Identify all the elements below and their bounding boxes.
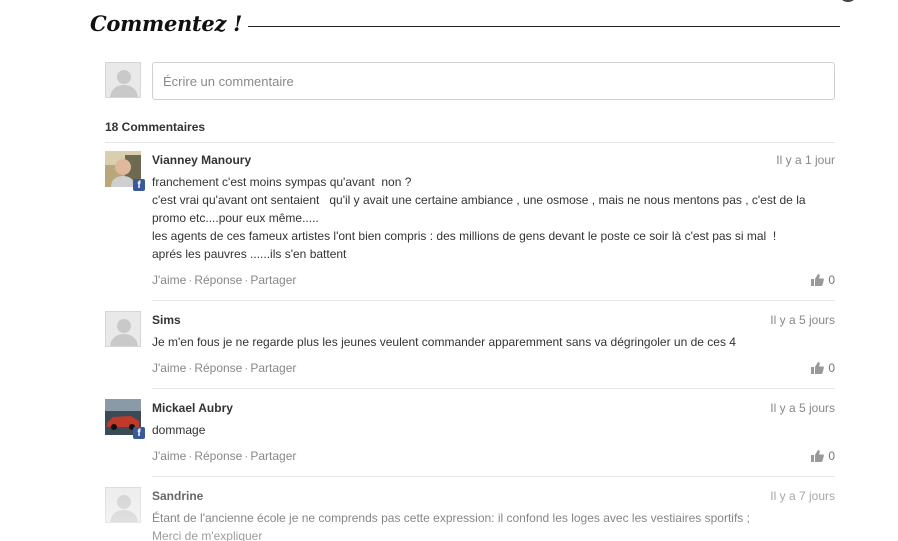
share-link[interactable]: Partager (250, 449, 296, 463)
comment-line: Merci de m'expliquer (152, 529, 263, 541)
reply-link[interactable]: Réponse (194, 361, 242, 375)
default-avatar-icon[interactable] (105, 311, 141, 347)
comment-line: les agents de ces fameux artistes l'ont … (152, 229, 777, 243)
divider (152, 300, 835, 301)
comment-line: franchement c'est moins sympas qu'avant … (152, 175, 412, 189)
comment-author[interactable]: Mickael Aubry (152, 401, 233, 415)
divider (105, 142, 835, 143)
comment-author[interactable]: Sandrine (152, 489, 203, 503)
comment-line: dommage (152, 423, 206, 437)
comment-line: Je m'en fous je ne regarde plus les jeun… (152, 335, 736, 349)
comment-text: dommage (152, 421, 835, 439)
comment-time: Il y a 7 jours (770, 489, 835, 503)
default-avatar-icon (105, 62, 141, 98)
comment-time: Il y a 1 jour (776, 153, 835, 167)
divider (152, 388, 835, 389)
reply-link[interactable]: Réponse (194, 449, 242, 463)
comment-actions: J'aime · Réponse · Partager 0 (152, 361, 835, 375)
reply-link[interactable]: Réponse (194, 273, 242, 287)
comment-time: Il y a 5 jours (770, 313, 835, 327)
comment-input[interactable] (152, 62, 835, 100)
divider (152, 476, 835, 477)
thumbs-up-icon (811, 450, 825, 462)
comment-count: 18 Commentaires (105, 120, 206, 134)
section-header: Commentez ! (90, 8, 840, 38)
comment-actions: J'aime · Réponse · Partager 0 (152, 273, 835, 287)
thumbs-up-icon (811, 362, 825, 374)
like-count: 0 (828, 449, 835, 463)
like-link[interactable]: J'aime (152, 273, 186, 287)
like-link[interactable]: J'aime (152, 449, 186, 463)
comment-actions: J'aime · Réponse · Partager 0 (152, 449, 835, 463)
like-counter[interactable]: 0 (811, 361, 835, 375)
comment-time: Il y a 5 jours (770, 401, 835, 415)
title-divider (248, 25, 840, 27)
thumbs-up-icon (811, 274, 825, 286)
comment-text: Je m'en fous je ne regarde plus les jeun… (152, 333, 835, 351)
like-link[interactable]: J'aime (152, 361, 186, 375)
facebook-badge-icon: f (133, 427, 145, 439)
section-title: Commentez ! (90, 10, 243, 36)
facebook-badge-icon: f (133, 179, 145, 191)
comment-line: aprés les pauvres ......ils s'en battent (152, 247, 347, 261)
default-avatar-icon[interactable] (105, 487, 141, 523)
comment-text: Étant de l'ancienne école je ne comprend… (152, 509, 835, 541)
comment-line: Étant de l'ancienne école je ne comprend… (152, 511, 750, 525)
like-counter[interactable]: 0 (811, 449, 835, 463)
comment-author[interactable]: Sims (152, 313, 181, 327)
comment-text: franchement c'est moins sympas qu'avant … (152, 173, 835, 263)
partial-icon (838, 0, 858, 2)
like-count: 0 (828, 273, 835, 287)
like-count: 0 (828, 361, 835, 375)
share-link[interactable]: Partager (250, 273, 296, 287)
like-counter[interactable]: 0 (811, 273, 835, 287)
comment-line: c'est vrai qu'avant ont sentaient qu'il … (152, 193, 809, 225)
share-link[interactable]: Partager (250, 361, 296, 375)
comment-author[interactable]: Vianney Manoury (152, 153, 251, 167)
